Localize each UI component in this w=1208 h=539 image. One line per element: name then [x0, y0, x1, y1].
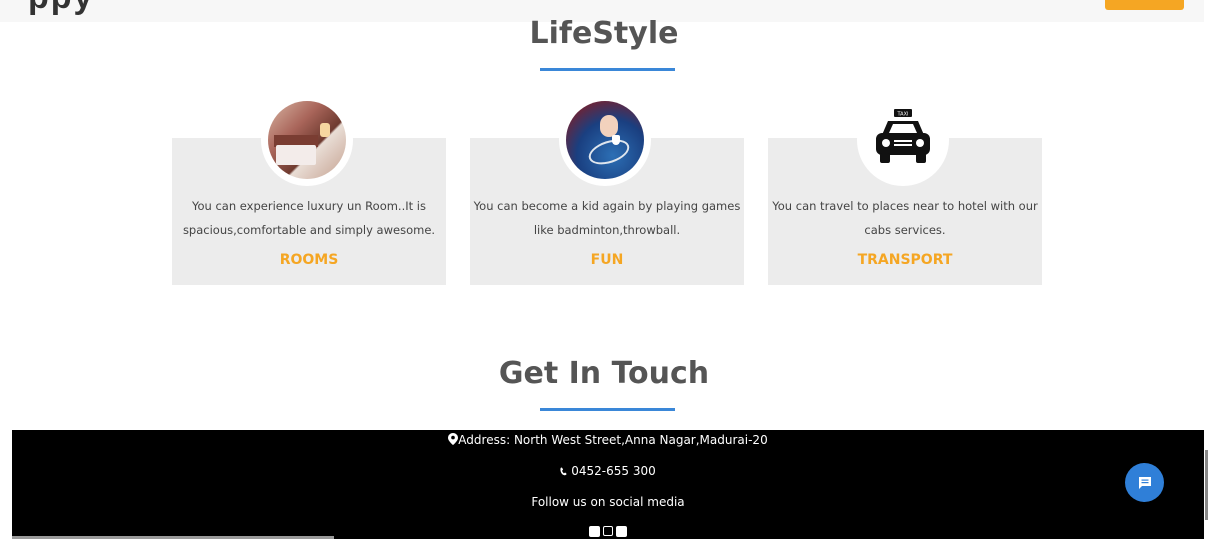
card-avatar-frame — [261, 94, 353, 186]
lifestyle-title-underline — [540, 68, 675, 71]
nav-action-button[interactable] — [1105, 0, 1184, 10]
instagram-icon[interactable] — [603, 526, 613, 536]
lifestyle-title: LifeStyle — [529, 16, 679, 51]
get-in-touch-title: Get In Touch — [498, 356, 710, 391]
footer: Address: North West Street,Anna Nagar,Ma… — [12, 430, 1204, 539]
get-in-touch-underline — [540, 408, 675, 411]
facebook-icon[interactable] — [589, 526, 600, 537]
lifestyle-card-fun: You can become a kid again by playing ga… — [470, 94, 744, 285]
card-avatar-frame: TAXI — [857, 94, 949, 186]
phone-icon — [560, 467, 567, 476]
card-description: You can become a kid again by playing ga… — [473, 199, 741, 237]
card-label-rooms[interactable]: ROOMS — [172, 252, 446, 268]
brand-logo-text[interactable]: ppy — [28, 0, 94, 17]
card-label-fun[interactable]: FUN — [470, 252, 744, 268]
card-avatar-frame — [559, 94, 651, 186]
badminton-image — [566, 101, 644, 179]
map-marker-icon — [448, 433, 459, 445]
footer-address: Address: North West Street,Anna Nagar,Ma… — [12, 433, 1204, 447]
lifestyle-card-transport: TAXI You can travel to places near to ho… — [768, 94, 1042, 285]
footer-social-heading: Follow us on social media — [531, 495, 685, 509]
chat-button[interactable] — [1125, 463, 1164, 502]
chat-icon — [1138, 476, 1151, 489]
taxi-icon: TAXI — [864, 101, 942, 179]
twitter-icon[interactable] — [616, 526, 627, 537]
footer-phone: 0452-655 300 — [12, 464, 1204, 478]
card-description: You can experience luxury un Room..It is… — [182, 199, 436, 237]
lifestyle-card-rooms: You can experience luxury un Room..It is… — [172, 94, 446, 285]
card-label-transport[interactable]: TRANSPORT — [768, 252, 1042, 268]
hotel-room-image — [268, 101, 346, 179]
svg-text:TAXI: TAXI — [897, 112, 909, 118]
card-description: You can travel to places near to hotel w… — [772, 199, 1038, 237]
